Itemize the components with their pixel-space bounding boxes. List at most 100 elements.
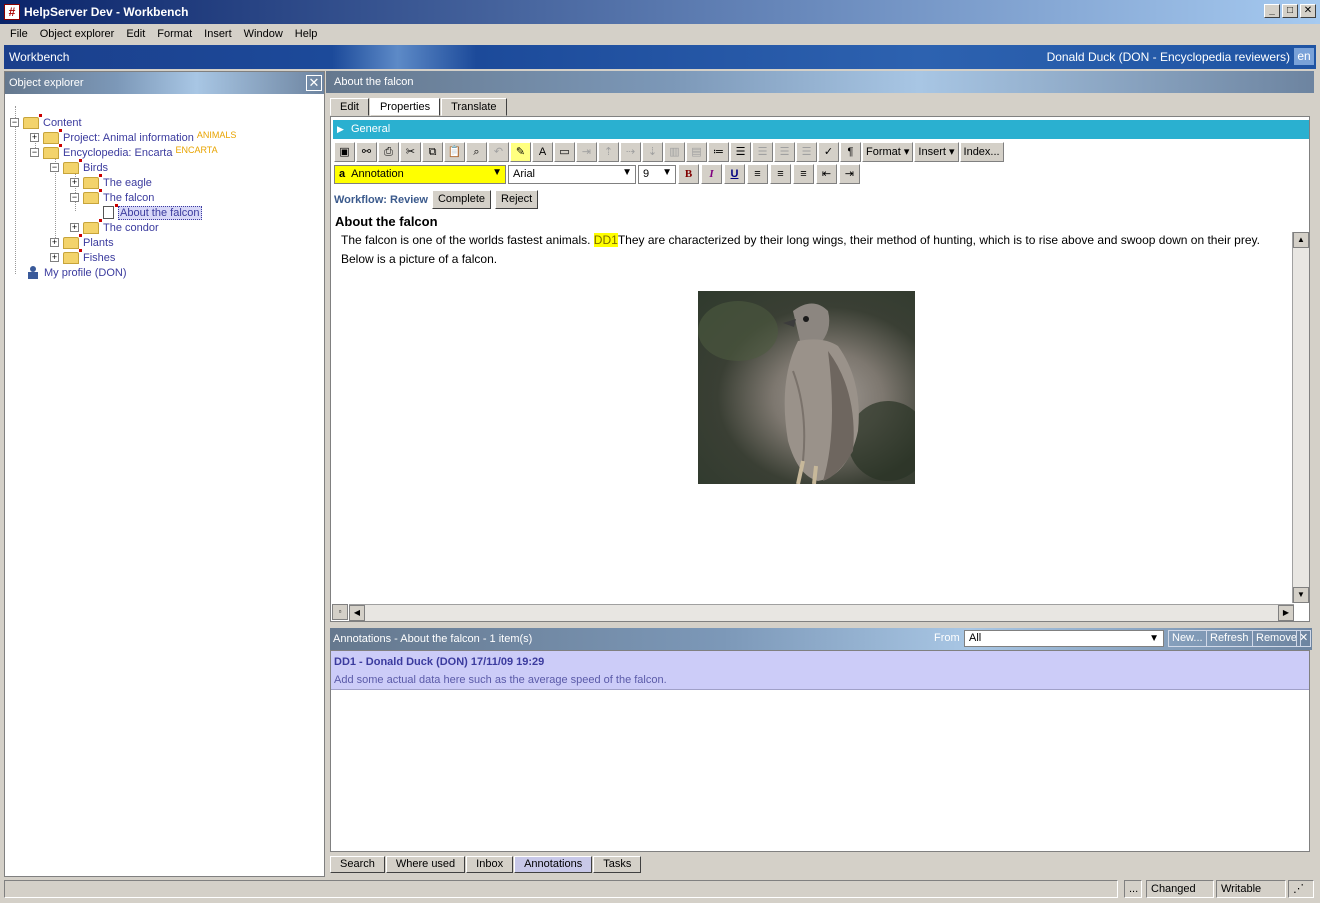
preview-icon[interactable]: ⚯ <box>356 142 377 162</box>
align-center-icon[interactable]: ≡ <box>770 164 791 184</box>
new-annotation-button[interactable]: New... <box>1168 630 1207 647</box>
scroll-up-icon[interactable]: ▲ <box>1293 232 1309 248</box>
menu-window[interactable]: Window <box>238 28 289 40</box>
list-style-3-icon[interactable]: ☰ <box>796 142 817 162</box>
tab-properties[interactable]: Properties <box>369 98 441 116</box>
numbered-list-icon[interactable]: ≔ <box>708 142 729 162</box>
from-select[interactable]: All ▼ <box>964 630 1164 647</box>
tab-where-used[interactable]: Where used <box>385 856 466 873</box>
list-style-2-icon[interactable]: ☰ <box>774 142 795 162</box>
document-title: About the falcon <box>335 214 438 229</box>
print-icon[interactable]: ⎙ <box>378 142 399 162</box>
table-icon[interactable]: ▭ <box>554 142 575 162</box>
menu-help[interactable]: Help <box>289 28 324 40</box>
annotation-marker[interactable]: DD1 <box>593 233 618 247</box>
tab-edit[interactable]: Edit <box>330 98 369 116</box>
font-size-select[interactable]: 9 ▼ <box>638 164 676 184</box>
find-icon[interactable]: ⌕ <box>466 142 487 162</box>
font-select[interactable]: Arial ▼ <box>508 164 636 184</box>
scroll-left-icon[interactable]: ◀ <box>349 605 365 621</box>
insert-column-icon[interactable]: ⇢ <box>620 142 641 162</box>
paste-icon[interactable]: 📋 <box>444 142 465 162</box>
outdent-icon[interactable]: ⇤ <box>816 164 837 184</box>
close-button[interactable]: ✕ <box>1300 4 1316 18</box>
align-right-icon[interactable]: ≡ <box>793 164 814 184</box>
bullet-list-icon[interactable]: ☰ <box>730 142 751 162</box>
tree-node-falcon[interactable]: − The falcon <box>70 188 154 205</box>
maximize-button[interactable]: □ <box>1282 4 1298 18</box>
close-annotations-icon[interactable]: ✕ <box>1296 630 1312 647</box>
italic-icon[interactable]: I <box>701 164 722 184</box>
index-button[interactable]: Index... <box>959 142 1004 162</box>
tree-node-condor[interactable]: + The condor <box>70 218 159 235</box>
collapse-icon[interactable]: − <box>50 163 59 172</box>
expand-icon[interactable]: + <box>70 223 79 232</box>
menu-object-explorer[interactable]: Object explorer <box>34 28 121 40</box>
vertical-scrollbar[interactable]: ▲ ▼ <box>1292 232 1309 603</box>
bottom-tabs: Search Where used Inbox Annotations Task… <box>330 856 642 873</box>
menu-format[interactable]: Format <box>151 28 198 40</box>
complete-button[interactable]: Complete <box>431 190 492 209</box>
minimize-button[interactable]: _ <box>1264 4 1280 18</box>
tree-node-eagle[interactable]: + The eagle <box>70 173 152 190</box>
expand-icon[interactable]: + <box>30 133 39 142</box>
delete-row-icon[interactable]: ▤ <box>686 142 707 162</box>
indent-icon[interactable]: ⇥ <box>839 164 860 184</box>
collapse-icon[interactable]: − <box>70 193 79 202</box>
annotation-item[interactable]: DD1 - Donald Duck (DON) 17/11/09 19:29 A… <box>331 651 1309 690</box>
save-icon[interactable]: ▣ <box>334 142 355 162</box>
menu-file[interactable]: File <box>4 28 34 40</box>
paragraph-text: They are characterized by their long win… <box>617 233 1260 247</box>
section-general[interactable]: General <box>333 120 1309 139</box>
insert-row-below-icon[interactable]: ⇣ <box>642 142 663 162</box>
resize-grip-icon[interactable]: ⋰ <box>1288 880 1314 898</box>
cut-icon[interactable]: ✂ <box>400 142 421 162</box>
document-icon <box>103 204 118 219</box>
insert-menu-button[interactable]: Insert ▾ <box>914 142 959 162</box>
tree-node-about-falcon[interactable]: About the falcon <box>103 204 202 220</box>
expand-icon[interactable]: + <box>50 253 59 262</box>
spellcheck-icon[interactable]: ✓ <box>818 142 839 162</box>
text-color-icon[interactable]: A <box>532 142 553 162</box>
tree-node-fishes[interactable]: + Fishes <box>50 248 116 265</box>
delete-column-icon[interactable]: ▥ <box>664 142 685 162</box>
bold-icon[interactable]: B <box>678 164 699 184</box>
language-button[interactable]: en <box>1294 48 1314 65</box>
align-left-icon[interactable]: ≡ <box>747 164 768 184</box>
refresh-button[interactable]: Refresh <box>1206 630 1253 647</box>
list-style-1-icon[interactable]: ☰ <box>752 142 773 162</box>
menu-insert[interactable]: Insert <box>198 28 238 40</box>
tree-label: Fishes <box>83 251 116 264</box>
collapse-icon[interactable]: − <box>30 148 39 157</box>
tab-tasks[interactable]: Tasks <box>593 856 642 873</box>
remove-button[interactable]: Remove <box>1252 630 1301 647</box>
tree-node-content[interactable]: − Content <box>10 113 82 130</box>
tab-inbox[interactable]: Inbox <box>466 856 514 873</box>
paragraph-icon[interactable]: ¶ <box>840 142 861 162</box>
status-ellipsis-button[interactable]: ... <box>1124 880 1142 898</box>
undo-icon[interactable]: ↶ <box>488 142 509 162</box>
insert-row-above-icon[interactable]: ⇡ <box>598 142 619 162</box>
scroll-down-icon[interactable]: ▼ <box>1293 587 1309 603</box>
style-select[interactable]: a Annotation ▼ <box>334 164 506 184</box>
copy-icon[interactable]: ⧉ <box>422 142 443 162</box>
reject-button[interactable]: Reject <box>495 190 539 209</box>
collapse-icon[interactable]: − <box>10 118 19 127</box>
underline-icon[interactable]: U <box>724 164 745 184</box>
close-explorer-icon[interactable]: ✕ <box>306 75 322 91</box>
tab-annotations[interactable]: Annotations <box>514 856 593 873</box>
highlight-icon[interactable]: ✎ <box>510 142 531 162</box>
scroll-right-icon[interactable]: ▶ <box>1278 605 1294 621</box>
expand-icon[interactable]: + <box>50 238 59 247</box>
tree-node-profile[interactable]: My profile (DON) <box>28 265 127 280</box>
tree-node-encyclopedia[interactable]: − Encyclopedia: Encarta ENCARTA <box>30 143 218 160</box>
tab-search[interactable]: Search <box>330 856 385 873</box>
expand-icon[interactable]: + <box>70 178 79 187</box>
document-content[interactable]: The falcon is one of the worlds fastest … <box>341 233 1281 271</box>
tab-translate[interactable]: Translate <box>441 98 507 116</box>
format-menu-button[interactable]: Format ▾ <box>862 142 914 162</box>
menu-edit[interactable]: Edit <box>120 28 151 40</box>
page-icon[interactable]: ▫ <box>332 604 348 620</box>
horizontal-scrollbar[interactable]: ◀ ▶ <box>349 604 1294 621</box>
merge-cells-icon[interactable]: ⇥ <box>576 142 597 162</box>
